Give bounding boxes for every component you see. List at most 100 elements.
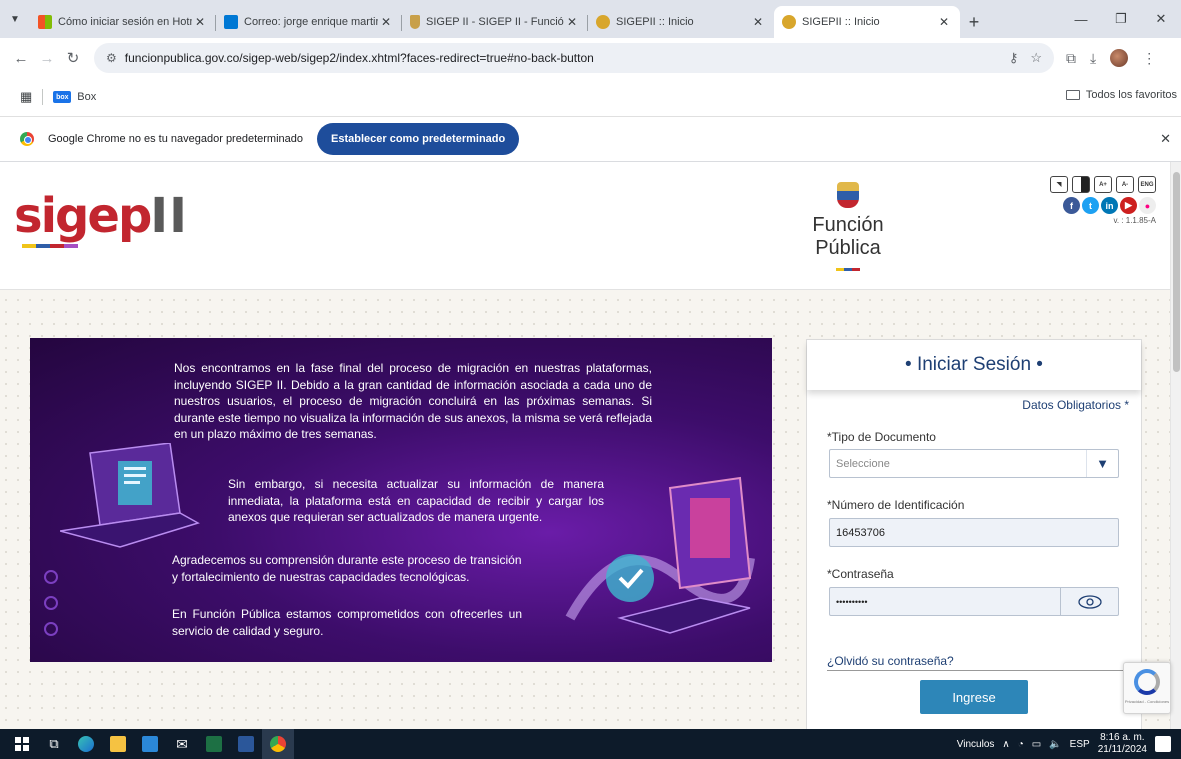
facebook-icon[interactable]: f: [1063, 197, 1080, 214]
id-number-input[interactable]: 16453706: [829, 518, 1119, 547]
browser-tab[interactable]: Correo: jorge enrique martinez ✕: [216, 6, 402, 38]
toolbar-actions: ⧉ ⤓ ⋮: [1066, 49, 1156, 67]
chevron-down-icon[interactable]: ▼: [1086, 450, 1118, 477]
windows-start-icon[interactable]: [6, 729, 38, 759]
login-title: • Iniciar Sesión •: [807, 340, 1141, 390]
scrollbar-thumb[interactable]: [1173, 172, 1180, 372]
microsoft-favicon-icon: [38, 15, 52, 29]
english-button[interactable]: ENG: [1138, 176, 1156, 193]
store-icon[interactable]: [134, 729, 166, 759]
page-scrollbar[interactable]: [1170, 162, 1181, 730]
file-explorer-icon[interactable]: [102, 729, 134, 759]
links-toolbar[interactable]: Vinculos: [957, 739, 995, 750]
address-bar[interactable]: ⚙ funcionpublica.gov.co/sigep-web/sigep2…: [94, 43, 1054, 73]
flickr-icon[interactable]: ●: [1139, 197, 1156, 214]
required-fields-note: Datos Obligatorios *: [1022, 398, 1129, 412]
forward-arrow-icon[interactable]: →: [34, 50, 60, 67]
social-links: f t in ▶ ●: [1050, 197, 1156, 214]
banner-side-icons: [44, 570, 58, 636]
browser-tab[interactable]: SIGEPII :: Inicio ✕: [588, 6, 774, 38]
network-icon[interactable]: ◔: [1018, 739, 1024, 750]
flag-stripe: [778, 268, 918, 271]
linkedin-icon[interactable]: in: [1101, 197, 1118, 214]
coat-of-arms-icon: [837, 182, 859, 208]
id-number-value: 16453706: [836, 526, 885, 539]
notification-center-icon[interactable]: [1155, 736, 1171, 752]
recaptcha-text: Privacidad - Condiciones: [1124, 699, 1170, 704]
sigep-logo[interactable]: sigepII: [14, 188, 188, 244]
youtube-icon[interactable]: ▶: [1120, 197, 1137, 214]
restore-icon[interactable]: ❐: [1101, 0, 1141, 38]
bookmark-box[interactable]: Box: [77, 91, 96, 103]
document-type-select[interactable]: Seleccione ▼: [829, 449, 1119, 478]
default-browser-infobar: Google Chrome no es tu navegador predete…: [0, 116, 1181, 162]
clock[interactable]: 8:16 a. m. 21/11/2024: [1098, 732, 1147, 756]
password-input[interactable]: ••••••••••: [829, 587, 1119, 616]
browser-tab[interactable]: SIGEP II - SIGEP II - Función Públ ✕: [402, 6, 588, 38]
apps-grid-icon[interactable]: ▦: [20, 89, 32, 105]
login-submit-button[interactable]: Ingrese: [920, 680, 1028, 714]
sigep-favicon-icon: [782, 15, 796, 29]
tab-search-button[interactable]: ▼: [0, 0, 30, 38]
browser-toolbar: ← → ↻ ⚙ funcionpublica.gov.co/sigep-web/…: [0, 38, 1181, 78]
recaptcha-badge[interactable]: Privacidad - Condiciones: [1123, 662, 1171, 714]
back-arrow-icon[interactable]: ←: [8, 50, 34, 67]
forgot-password-link[interactable]: ¿Olvidó su contraseña?: [827, 654, 1127, 671]
volume-icon[interactable]: 🔈: [1049, 739, 1061, 750]
battery-icon[interactable]: ▭: [1032, 739, 1041, 750]
notice-paragraph-2: Sin embargo, si necesita actualizar su i…: [228, 477, 604, 524]
task-view-icon[interactable]: ⧉: [38, 729, 70, 759]
site-info-icon[interactable]: ⚙: [106, 51, 117, 65]
tab-close-icon[interactable]: ✕: [564, 15, 580, 29]
minimize-icon[interactable]: —: [1061, 0, 1101, 38]
tab-close-icon[interactable]: ✕: [378, 15, 394, 29]
tab-title: Correo: jorge enrique martinez: [244, 16, 378, 28]
tab-close-icon[interactable]: ✕: [750, 15, 766, 29]
tab-close-icon[interactable]: ✕: [192, 15, 208, 29]
reload-icon[interactable]: ↻: [60, 49, 86, 67]
logo-text: sigep: [14, 188, 152, 244]
tray-chevron-icon[interactable]: ∧: [1002, 739, 1009, 750]
rss-icon[interactable]: ◥: [1050, 176, 1068, 193]
recaptcha-icon: [1134, 669, 1160, 695]
notice-paragraph-3: Agradecemos su comprensión durante este …: [172, 553, 522, 584]
font-increase-button[interactable]: A+: [1094, 176, 1112, 193]
bookmarks-divider: [42, 89, 44, 105]
excel-icon[interactable]: [198, 729, 230, 759]
all-bookmarks[interactable]: Todos los favoritos: [1065, 89, 1177, 101]
language-indicator[interactable]: ESP: [1070, 739, 1090, 750]
laptop-illustration: [60, 443, 200, 548]
browser-tab-active[interactable]: SIGEPII :: Inicio ✕: [774, 6, 960, 38]
download-icon[interactable]: ⤓: [1090, 50, 1096, 67]
chrome-logo-icon: [20, 132, 34, 146]
word-icon[interactable]: [230, 729, 262, 759]
system-tray: Vinculos ∧ ◔ ▭ 🔈 ESP 8:16 a. m. 21/11/20…: [957, 729, 1181, 759]
browser-tab[interactable]: Cómo iniciar sesión en Hotmail ✕: [30, 6, 216, 38]
infobar-close-icon[interactable]: ✕: [1160, 131, 1171, 147]
funcion-publica-logo[interactable]: Función Pública: [778, 182, 918, 271]
edge-icon[interactable]: [70, 729, 102, 759]
profile-avatar[interactable]: [1110, 49, 1129, 67]
new-tab-button[interactable]: +: [960, 6, 988, 38]
sigep-favicon-icon: [596, 15, 610, 29]
extensions-icon[interactable]: ⧉: [1066, 50, 1076, 67]
chrome-taskbar-icon[interactable]: [262, 729, 294, 759]
clock-date: 21/11/2024: [1097, 744, 1147, 755]
bookmark-star-icon[interactable]: ☆: [1030, 50, 1042, 66]
set-default-button[interactable]: Establecer como predeterminado: [317, 123, 520, 155]
tab-close-icon[interactable]: ✕: [936, 15, 952, 29]
close-window-icon[interactable]: ✕: [1141, 0, 1181, 38]
twitter-icon[interactable]: t: [1082, 197, 1099, 214]
mail-icon[interactable]: ✉: [166, 729, 198, 759]
id-number-label: *Número de Identificación: [827, 498, 965, 512]
contrast-icon[interactable]: [1072, 176, 1090, 193]
notice-paragraph-4: En Función Pública estamos comprometidos…: [172, 607, 522, 638]
url-text[interactable]: funcionpublica.gov.co/sigep-web/sigep2/i…: [125, 51, 997, 65]
shield-favicon-icon: [410, 15, 420, 29]
document-type-label: *Tipo de Documento: [827, 430, 936, 444]
font-decrease-button[interactable]: A-: [1116, 176, 1134, 193]
password-key-icon[interactable]: ⚷: [1009, 50, 1019, 66]
menu-kebab-icon[interactable]: ⋮: [1142, 50, 1156, 67]
show-password-eye-icon[interactable]: [1060, 588, 1118, 615]
tab-title: SIGEPII :: Inicio: [802, 16, 880, 28]
